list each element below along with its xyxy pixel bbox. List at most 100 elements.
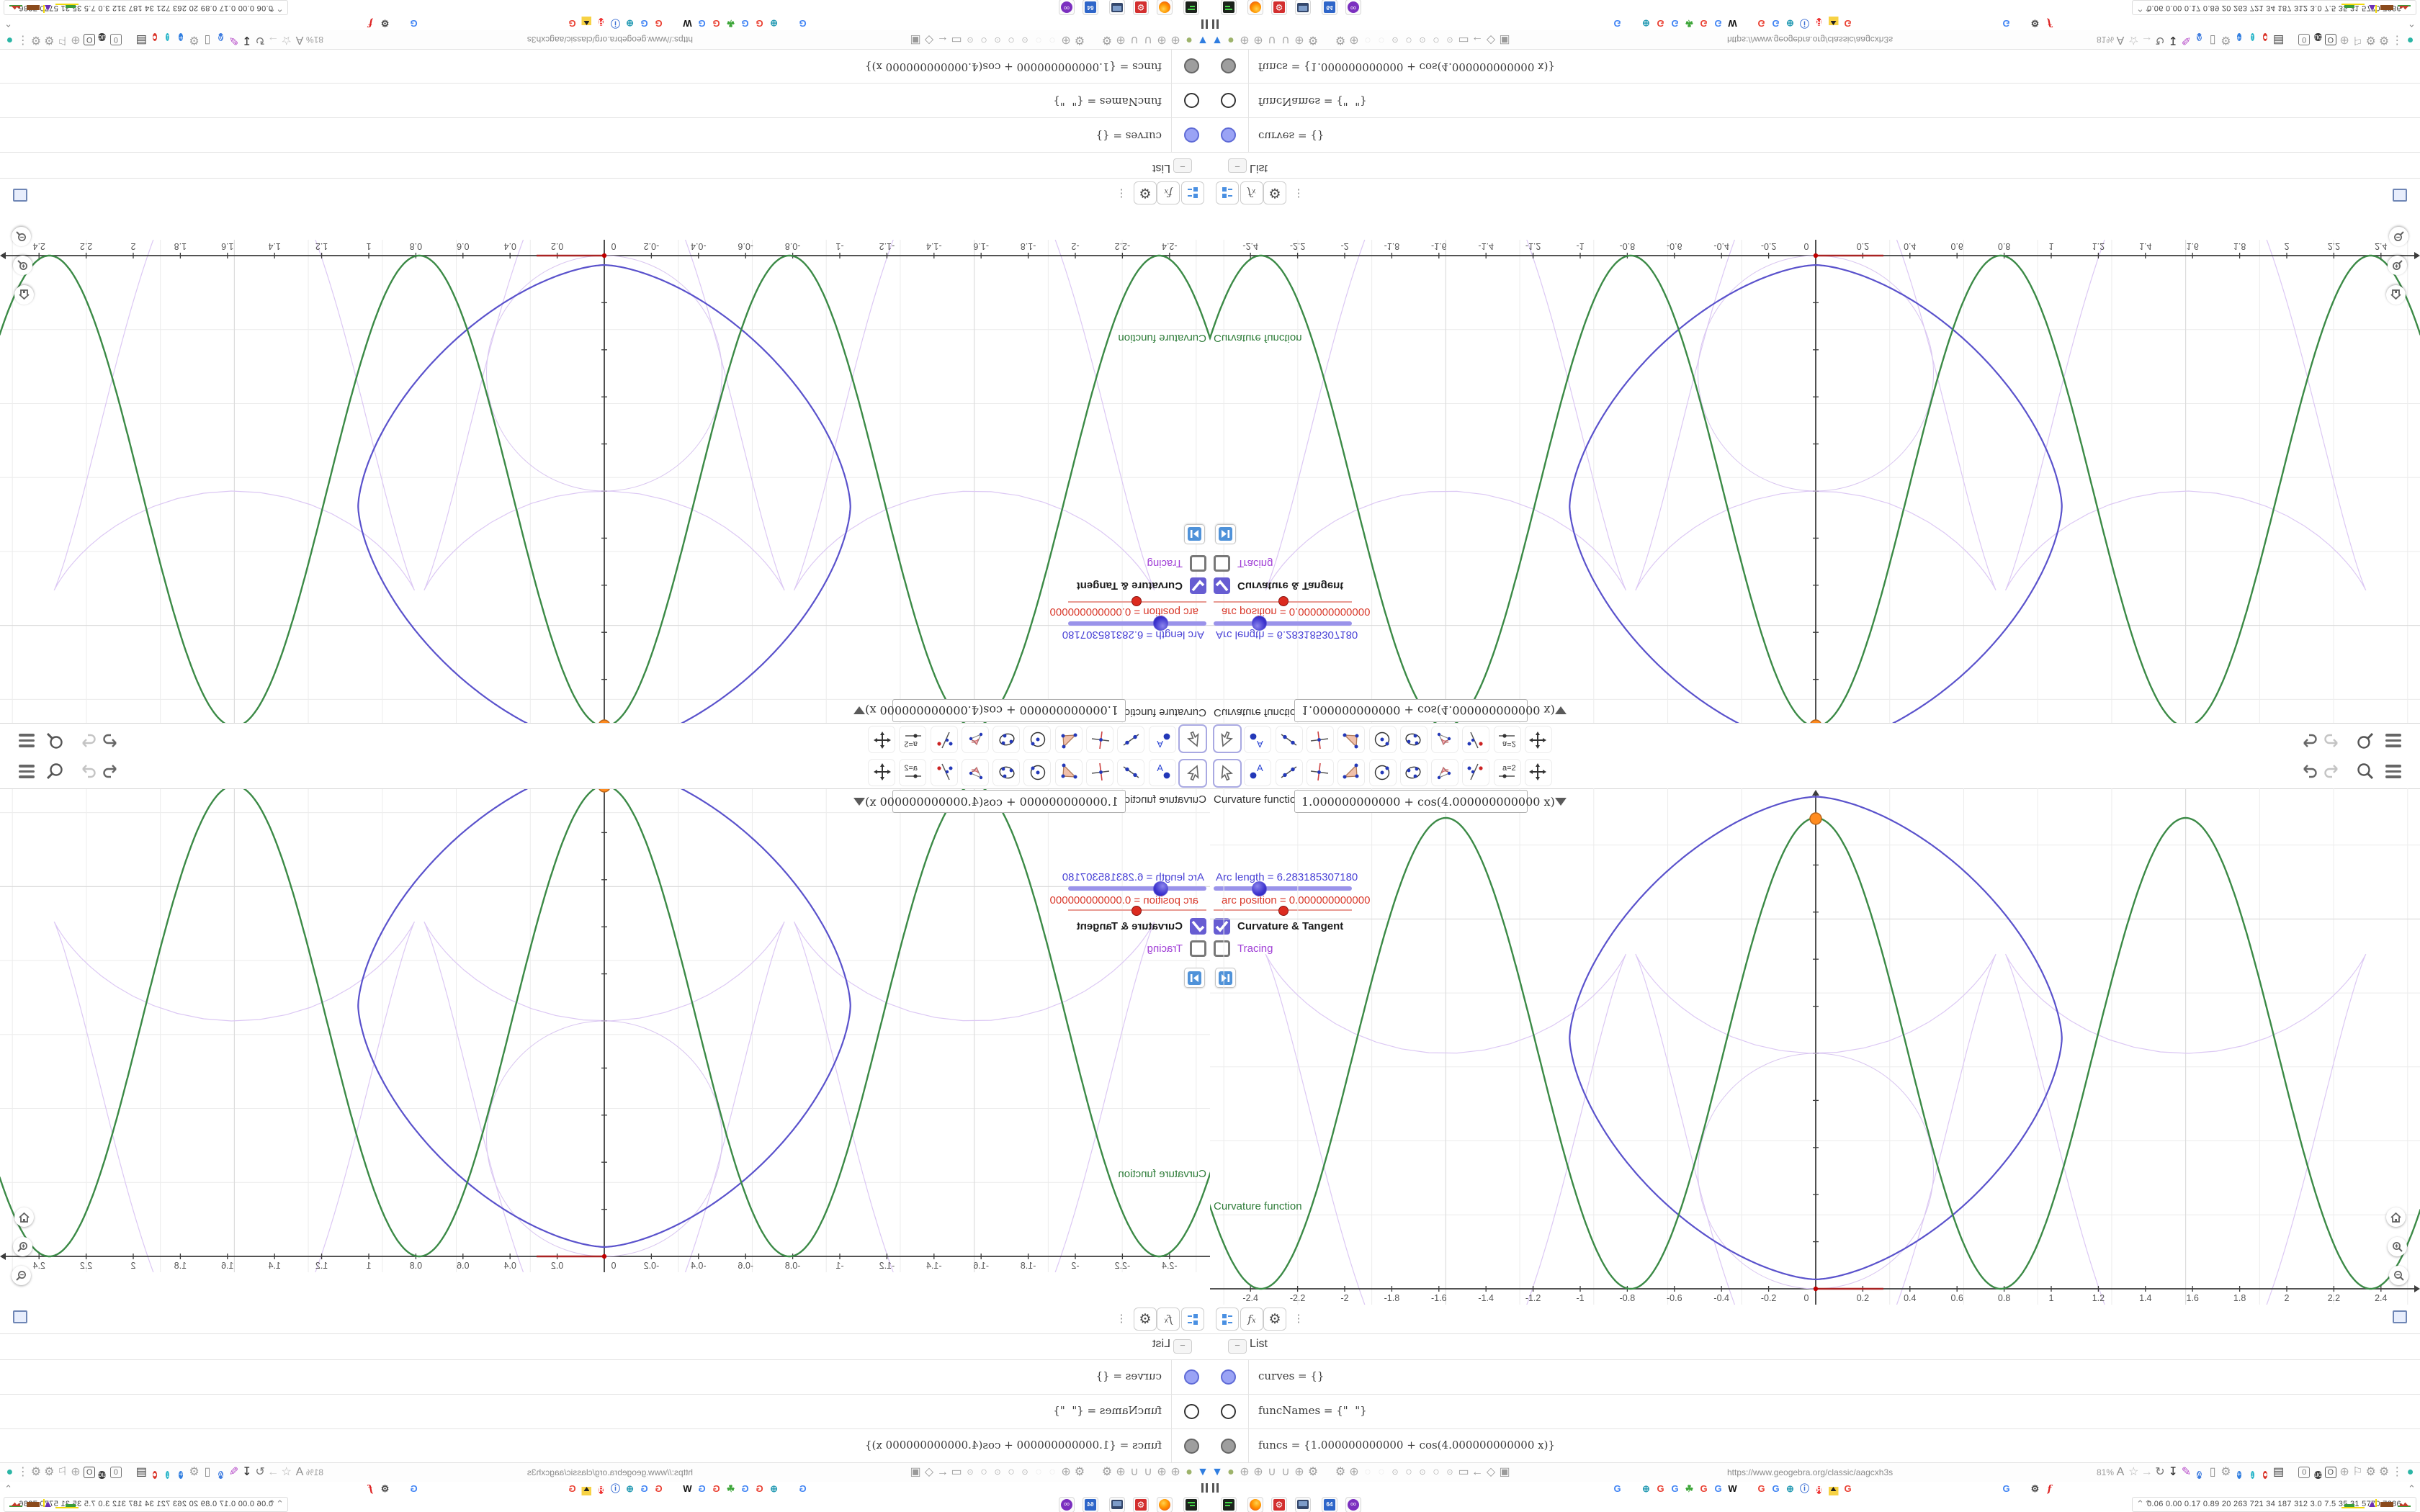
globe-icon[interactable]: ⊕ [1252,1465,1265,1480]
circle-icon[interactable]: ○ [977,32,990,47]
tab-favicon-G3[interactable]: G [753,17,766,29]
algebra-row[interactable]: funcNames = {" "} [0,84,1210,118]
dot-sm-icon[interactable]: ⊙ [1416,1465,1429,1480]
graphics-view[interactable]: -2.4 -2.2 -2 -1.8 -1.6 -1.4 -1.2 -1 -0.8 -0.6 -0.4… [1210,19,2420,756]
circle-icon[interactable]: ○ [1005,1465,1018,1480]
tab-favicon-G4[interactable]: G [1611,17,1623,29]
redo-icon[interactable] [2323,762,2343,782]
back-arrow-icon[interactable]: ← [1471,32,1484,47]
location-pin-icon[interactable]: ▼ [1196,32,1209,47]
tab-favicon-image[interactable] [1827,1483,1839,1495]
chevron-up-icon[interactable]: ⌃ [2408,17,2416,29]
tab-favicon-f-red[interactable]: f [364,17,377,29]
mouse-icon[interactable]: ▯ [2206,1465,2219,1480]
mouse-icon[interactable]: ▯ [201,32,214,47]
tab-favicon-penta[interactable] [667,1483,679,1495]
tool-reflect-button[interactable] [930,759,958,786]
plus-blue-icon[interactable]: + [2233,31,2246,45]
circle-icon[interactable]: ○ [1402,32,1415,47]
tab-favicon-penta[interactable] [1885,1483,1897,1495]
list-group-header[interactable]: − List [0,1333,1210,1359]
gear-icon[interactable]: ⚙ [42,1465,55,1480]
tool-circle-button[interactable] [1368,726,1397,753]
pen-icon[interactable]: ✎ [228,32,241,47]
tracing-checkbox[interactable] [1214,555,1230,572]
function-input[interactable]: 1.000000000000 + cos(4.000000000000 x) [1294,699,1567,722]
tab-favicon-G3[interactable]: G [566,17,578,29]
ghost-icon[interactable]: ○ [1046,32,1059,47]
tab-favicon-G3[interactable]: G [1842,1483,1854,1495]
algebra-expression[interactable]: funcNames = {" "} [1258,95,1367,108]
folder-icon[interactable]: ▭ [950,1465,963,1480]
tab-favicon-G4[interactable]: G [408,1483,420,1495]
tab-favicon-f-red[interactable]: f [2043,1483,2056,1495]
flag-icon[interactable]: ⚐ [2351,32,2364,47]
tab-favicon-G3[interactable]: G [1698,1483,1710,1495]
pen-icon[interactable]: ✎ [2180,32,2193,47]
settings-gear-button[interactable]: ⚙ [1134,1308,1157,1331]
visibility-toggle[interactable] [1221,1369,1236,1385]
tab-favicon-globe-teal[interactable]: ⊕ [1640,17,1652,29]
chevron-down-icon[interactable] [853,706,866,715]
visibility-toggle[interactable] [1221,1404,1236,1419]
taskbar-firefox-button[interactable] [1247,1497,1263,1512]
tab-favicon-gear-dark[interactable]: ⚙ [379,17,391,29]
gear-icon[interactable]: ⚙ [1334,1465,1347,1480]
tab-favicon-G4[interactable]: G [797,1483,809,1495]
arrow-right-icon[interactable]: → [266,1465,279,1480]
dot-sm-icon[interactable]: ⊙ [964,1465,977,1480]
tool-perpendicular-button[interactable] [1306,759,1334,786]
star-icon[interactable]: ☆ [2127,1465,2140,1480]
algebra-row[interactable]: curves = {} [0,118,1210,153]
tab-favicon-leaf[interactable]: ☘ [725,17,737,29]
tool-line-button[interactable] [1117,759,1145,786]
algebra-row[interactable]: curves = {} [1210,118,2420,153]
ghost-icon[interactable]: ○ [1375,32,1388,47]
tab-favicon-gear-dark[interactable]: ⚙ [379,1483,391,1495]
record-red-icon[interactable]: ● [148,1467,161,1481]
reload-icon[interactable]: ↻ [254,32,266,47]
hook-icon[interactable]: ∪ [1128,32,1141,47]
tab-favicon-penta[interactable] [1856,17,1868,29]
tab-favicon-leaf[interactable]: ☘ [1683,1483,1695,1495]
tab-favicon-penta[interactable] [537,1483,550,1495]
globe-icon[interactable]: ⊕ [1114,32,1127,47]
trash-icon[interactable]: ▤ [135,32,148,47]
tab-favicon-chat[interactable] [436,1483,449,1495]
tab-favicon-penta[interactable] [667,17,679,29]
dot-sm-icon[interactable]: ⊙ [991,1465,1004,1480]
algebra-expression[interactable]: funcs = {1.000000000000 + cos(4.00000000… [865,60,1162,73]
trash-icon[interactable]: ▤ [2272,32,2285,47]
gear-icon[interactable]: ⚙ [2378,32,2390,47]
tab-favicon-penta[interactable] [782,1483,794,1495]
compass-icon[interactable] [2285,31,2298,45]
curvature-tangent-checkbox[interactable] [1190,577,1206,594]
tool-polygon-button[interactable] [1054,726,1083,753]
visibility-toggle[interactable] [1221,1439,1236,1454]
shield-ud-icon[interactable]: ud [2312,31,2325,45]
tool-move-button[interactable] [1213,724,1242,753]
taskbar-chat-purple-button[interactable]: oo [1059,1497,1075,1512]
tab-favicon-G4[interactable]: G [696,17,708,29]
settings-gear-button[interactable]: ⚙ [1263,1308,1286,1331]
firefox-icon[interactable] [1087,31,1100,45]
tab-favicon-G4[interactable]: G [696,1483,708,1495]
flag-icon[interactable]: ⚐ [56,1465,69,1480]
kebab-dots-button[interactable]: ⋮ [1111,183,1132,204]
tool-reflect-button[interactable] [1462,759,1490,786]
tab-favicon-penta[interactable] [1885,17,1897,29]
visibility-toggle[interactable] [1184,127,1199,143]
url-text[interactable]: https://www.geogebra.org/classic/aagcxh3… [527,1467,693,1477]
tool-angle-button[interactable]: α [961,726,989,753]
tab-favicon-penta[interactable] [494,17,506,29]
tab-favicon-info[interactable]: ⓘ [1798,1483,1811,1495]
tool-perpendicular-button[interactable] [1086,759,1114,786]
green-dot-icon[interactable]: ● [1224,1465,1237,1480]
star-icon[interactable]: ☆ [280,1465,293,1480]
tab-favicon-chat[interactable] [436,17,449,29]
trash-icon[interactable]: ▤ [135,1465,148,1480]
globe-icon[interactable]: ⊕ [1169,1465,1182,1480]
taskbar-chat-purple-button[interactable]: oo [1059,0,1075,15]
shield-o-icon[interactable]: O [2324,1467,2336,1478]
step-forward-button[interactable] [1215,524,1236,544]
